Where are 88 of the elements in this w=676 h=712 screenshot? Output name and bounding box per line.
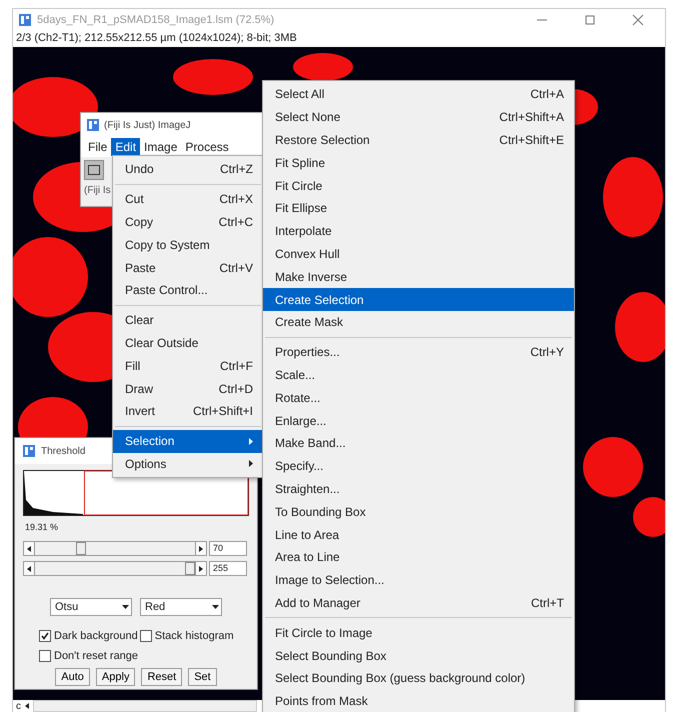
percent-text: 19.31 % <box>25 522 60 532</box>
check-icon <box>41 632 49 640</box>
menu-item[interactable]: Clear <box>113 308 263 332</box>
submenu-item[interactable]: Options <box>113 452 263 476</box>
window-title: (Fiji Is Just) ImageJ <box>104 120 191 130</box>
menu-item[interactable]: Clear Outside <box>113 332 263 354</box>
submenu-arrow-icon <box>249 460 253 468</box>
menu-item[interactable]: Scale... <box>263 364 574 386</box>
rectangle-icon <box>88 165 100 175</box>
menu-item[interactable]: Paste Control... <box>113 278 263 302</box>
menu-item[interactable]: Enlarge... <box>263 409 574 432</box>
menu-item[interactable]: Undo Ctrl+Z <box>113 158 263 181</box>
menu-item[interactable]: Fit Circle <box>263 174 574 197</box>
menu-item[interactable]: Create Mask <box>263 310 574 334</box>
menu-item[interactable]: Select Bounding Box <box>263 644 574 667</box>
scroll-left-button[interactable] <box>23 561 35 576</box>
menu-item[interactable]: Image to Selection... <box>263 568 574 592</box>
scroll-right-button[interactable] <box>195 561 207 576</box>
menu-item[interactable]: Fit Ellipse <box>263 196 574 220</box>
maximize-icon[interactable] <box>583 13 597 27</box>
rectangle-tool[interactable] <box>84 160 104 180</box>
checkbox[interactable]: Dark background <box>39 630 138 642</box>
menu-item[interactable]: Select All Ctrl+A <box>263 83 574 106</box>
menu-item[interactable]: Points from Mask <box>263 690 574 712</box>
menu-item[interactable]: To Bounding Box <box>263 500 574 524</box>
threshold-slider[interactable] <box>35 561 195 576</box>
submenu-arrow-icon <box>249 438 253 445</box>
window-title: 5days_FN_R1_pSMAD158_Image1.lsm (72.5%) <box>37 14 276 26</box>
menu-item[interactable]: Area to Line <box>263 546 574 569</box>
app-icon <box>19 14 31 26</box>
mode-dropdown[interactable]: Red <box>140 598 222 616</box>
menu-item[interactable]: Copy Ctrl+C <box>113 210 263 234</box>
app-icon <box>23 445 35 457</box>
menu-item[interactable]: Select None Ctrl+Shift+A <box>263 106 574 129</box>
menu-item[interactable]: Rotate... <box>263 386 574 410</box>
menu-item[interactable]: Make Band... <box>263 432 574 455</box>
dropdown-arrow-icon <box>122 605 129 609</box>
left-arrow-icon <box>25 703 29 709</box>
window-title: Threshold <box>41 446 86 456</box>
value-field[interactable]: 70 <box>209 541 247 556</box>
menu-item[interactable]: Fit Spline <box>263 151 574 174</box>
app-icon <box>87 119 99 131</box>
dialog-button[interactable]: Reset <box>141 668 182 686</box>
checkbox[interactable]: Don't reset range <box>39 650 138 662</box>
menu-item[interactable]: Interpolate <box>263 220 574 243</box>
dropdown-arrow-icon <box>212 605 219 609</box>
dialog-button[interactable]: Apply <box>96 668 136 686</box>
scroll-left-button[interactable] <box>23 541 35 556</box>
slider-thumb[interactable] <box>76 542 86 555</box>
submenu-item[interactable]: Selection <box>113 430 263 453</box>
menu-item[interactable]: Add to Manager Ctrl+T <box>263 592 574 614</box>
menu-item[interactable]: Create Selection <box>263 288 574 311</box>
slider-thumb[interactable] <box>185 562 195 575</box>
menu-item[interactable]: Restore Selection Ctrl+Shift+E <box>263 128 574 152</box>
value-field[interactable]: 255 <box>209 561 247 576</box>
channel-label: c <box>16 700 21 712</box>
checkbox[interactable]: Stack histogram <box>140 630 234 642</box>
menu-item[interactable]: Straighten... <box>263 478 574 500</box>
menu-item[interactable]: Cut Ctrl+X <box>113 188 263 211</box>
menu-title[interactable]: Process <box>181 138 233 156</box>
menu-item[interactable]: Properties... Ctrl+Y <box>263 340 574 364</box>
right-arrow-icon <box>199 546 203 552</box>
channel-scrollbar[interactable] <box>33 700 257 712</box>
left-arrow-icon <box>27 566 31 572</box>
menu-item[interactable]: Paste Ctrl+V <box>113 256 263 279</box>
right-arrow-icon <box>199 566 203 572</box>
status-text: (Fiji Is <box>83 184 112 198</box>
menu-title[interactable]: Image <box>140 138 182 156</box>
dialog-button[interactable]: Auto <box>55 668 90 686</box>
menu-title[interactable]: File <box>84 138 112 156</box>
menu-item[interactable]: Convex Hull <box>263 242 574 266</box>
menu-item[interactable]: Line to Area <box>263 523 574 546</box>
menu-item[interactable]: Specify... <box>263 454 574 478</box>
menu-item[interactable]: Fill Ctrl+F <box>113 354 263 378</box>
scroll-right-button[interactable] <box>195 541 207 556</box>
menu-title[interactable]: Edit <box>111 138 140 156</box>
menu-item[interactable]: Fit Circle to Image <box>263 621 574 644</box>
menu-item[interactable]: Select Bounding Box (guess background color) <box>263 666 574 690</box>
method-dropdown[interactable]: Otsu <box>50 598 132 616</box>
menu-item[interactable]: Invert Ctrl+Shift+I <box>113 400 263 423</box>
menu-item[interactable]: Make Inverse <box>263 265 574 288</box>
left-arrow-icon <box>27 546 31 552</box>
threshold-slider[interactable] <box>35 541 195 556</box>
dialog-button[interactable]: Set <box>188 668 217 686</box>
close-icon[interactable] <box>631 13 645 27</box>
image-info: 2/3 (Ch2-T1); 212.55x212.55 µm (1024x1024); 8-bit; 3MB <box>15 31 298 46</box>
menu-item[interactable]: Copy to System <box>113 233 263 256</box>
menu-item[interactable]: Draw Ctrl+D <box>113 377 263 400</box>
